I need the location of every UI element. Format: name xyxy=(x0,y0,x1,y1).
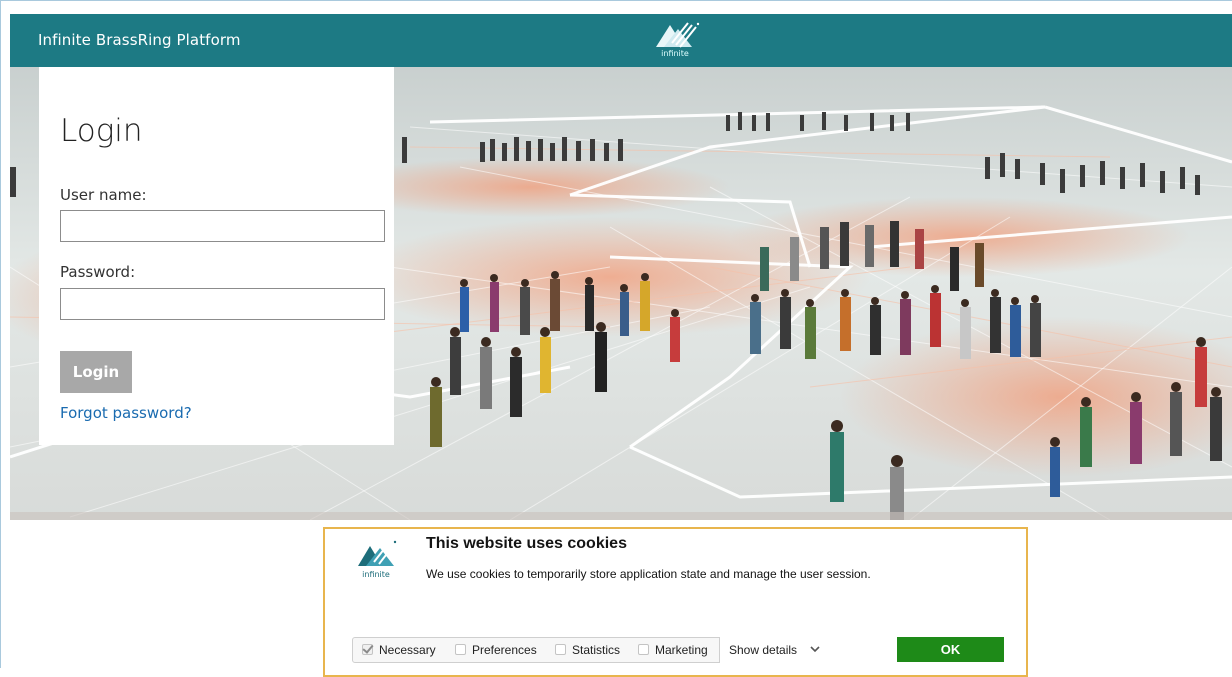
login-card: Login User name: Password: Login Forgot … xyxy=(39,67,394,445)
cookie-banner-text: We use cookies to temporarily store appl… xyxy=(426,567,871,581)
username-label: User name: xyxy=(60,186,147,204)
marketing-label: Marketing xyxy=(655,643,708,657)
cookie-logo-text: infinite xyxy=(362,570,390,579)
logo-mountain-icon xyxy=(358,540,397,566)
cookie-consent-banner: infinite This website uses cookies We us… xyxy=(323,527,1028,677)
necessary-checkbox[interactable] xyxy=(362,644,373,655)
ok-button[interactable]: OK xyxy=(897,637,1004,662)
forgot-password-link[interactable]: Forgot password? xyxy=(60,404,192,422)
preferences-checkbox[interactable] xyxy=(455,644,466,655)
show-details-label: Show details xyxy=(729,643,798,657)
marketing-checkbox[interactable] xyxy=(638,644,649,655)
necessary-label: Necessary xyxy=(379,643,436,657)
password-label: Password: xyxy=(60,263,136,281)
app-title: Infinite BrassRing Platform xyxy=(38,31,241,49)
password-input[interactable] xyxy=(60,288,385,320)
logo-mountain-icon xyxy=(656,22,700,48)
cookie-banner-logo: infinite xyxy=(354,538,398,580)
statistics-checkbox[interactable] xyxy=(555,644,566,655)
login-title: Login xyxy=(60,113,143,149)
username-input[interactable] xyxy=(60,210,385,242)
preferences-label: Preferences xyxy=(472,643,537,657)
chevron-down-icon xyxy=(810,646,820,653)
logo-text: infinite xyxy=(661,49,689,58)
statistics-label: Statistics xyxy=(572,643,621,657)
consent-options-bar: Necessary Preferences Statistics Marketi… xyxy=(352,637,826,663)
cookie-banner-title: This website uses cookies xyxy=(426,535,627,552)
show-details-button[interactable]: Show details xyxy=(719,637,826,663)
infinite-logo: infinite xyxy=(650,21,702,61)
header-bar: Infinite BrassRing Platform infinite xyxy=(10,14,1232,67)
login-button[interactable]: Login xyxy=(60,351,132,393)
